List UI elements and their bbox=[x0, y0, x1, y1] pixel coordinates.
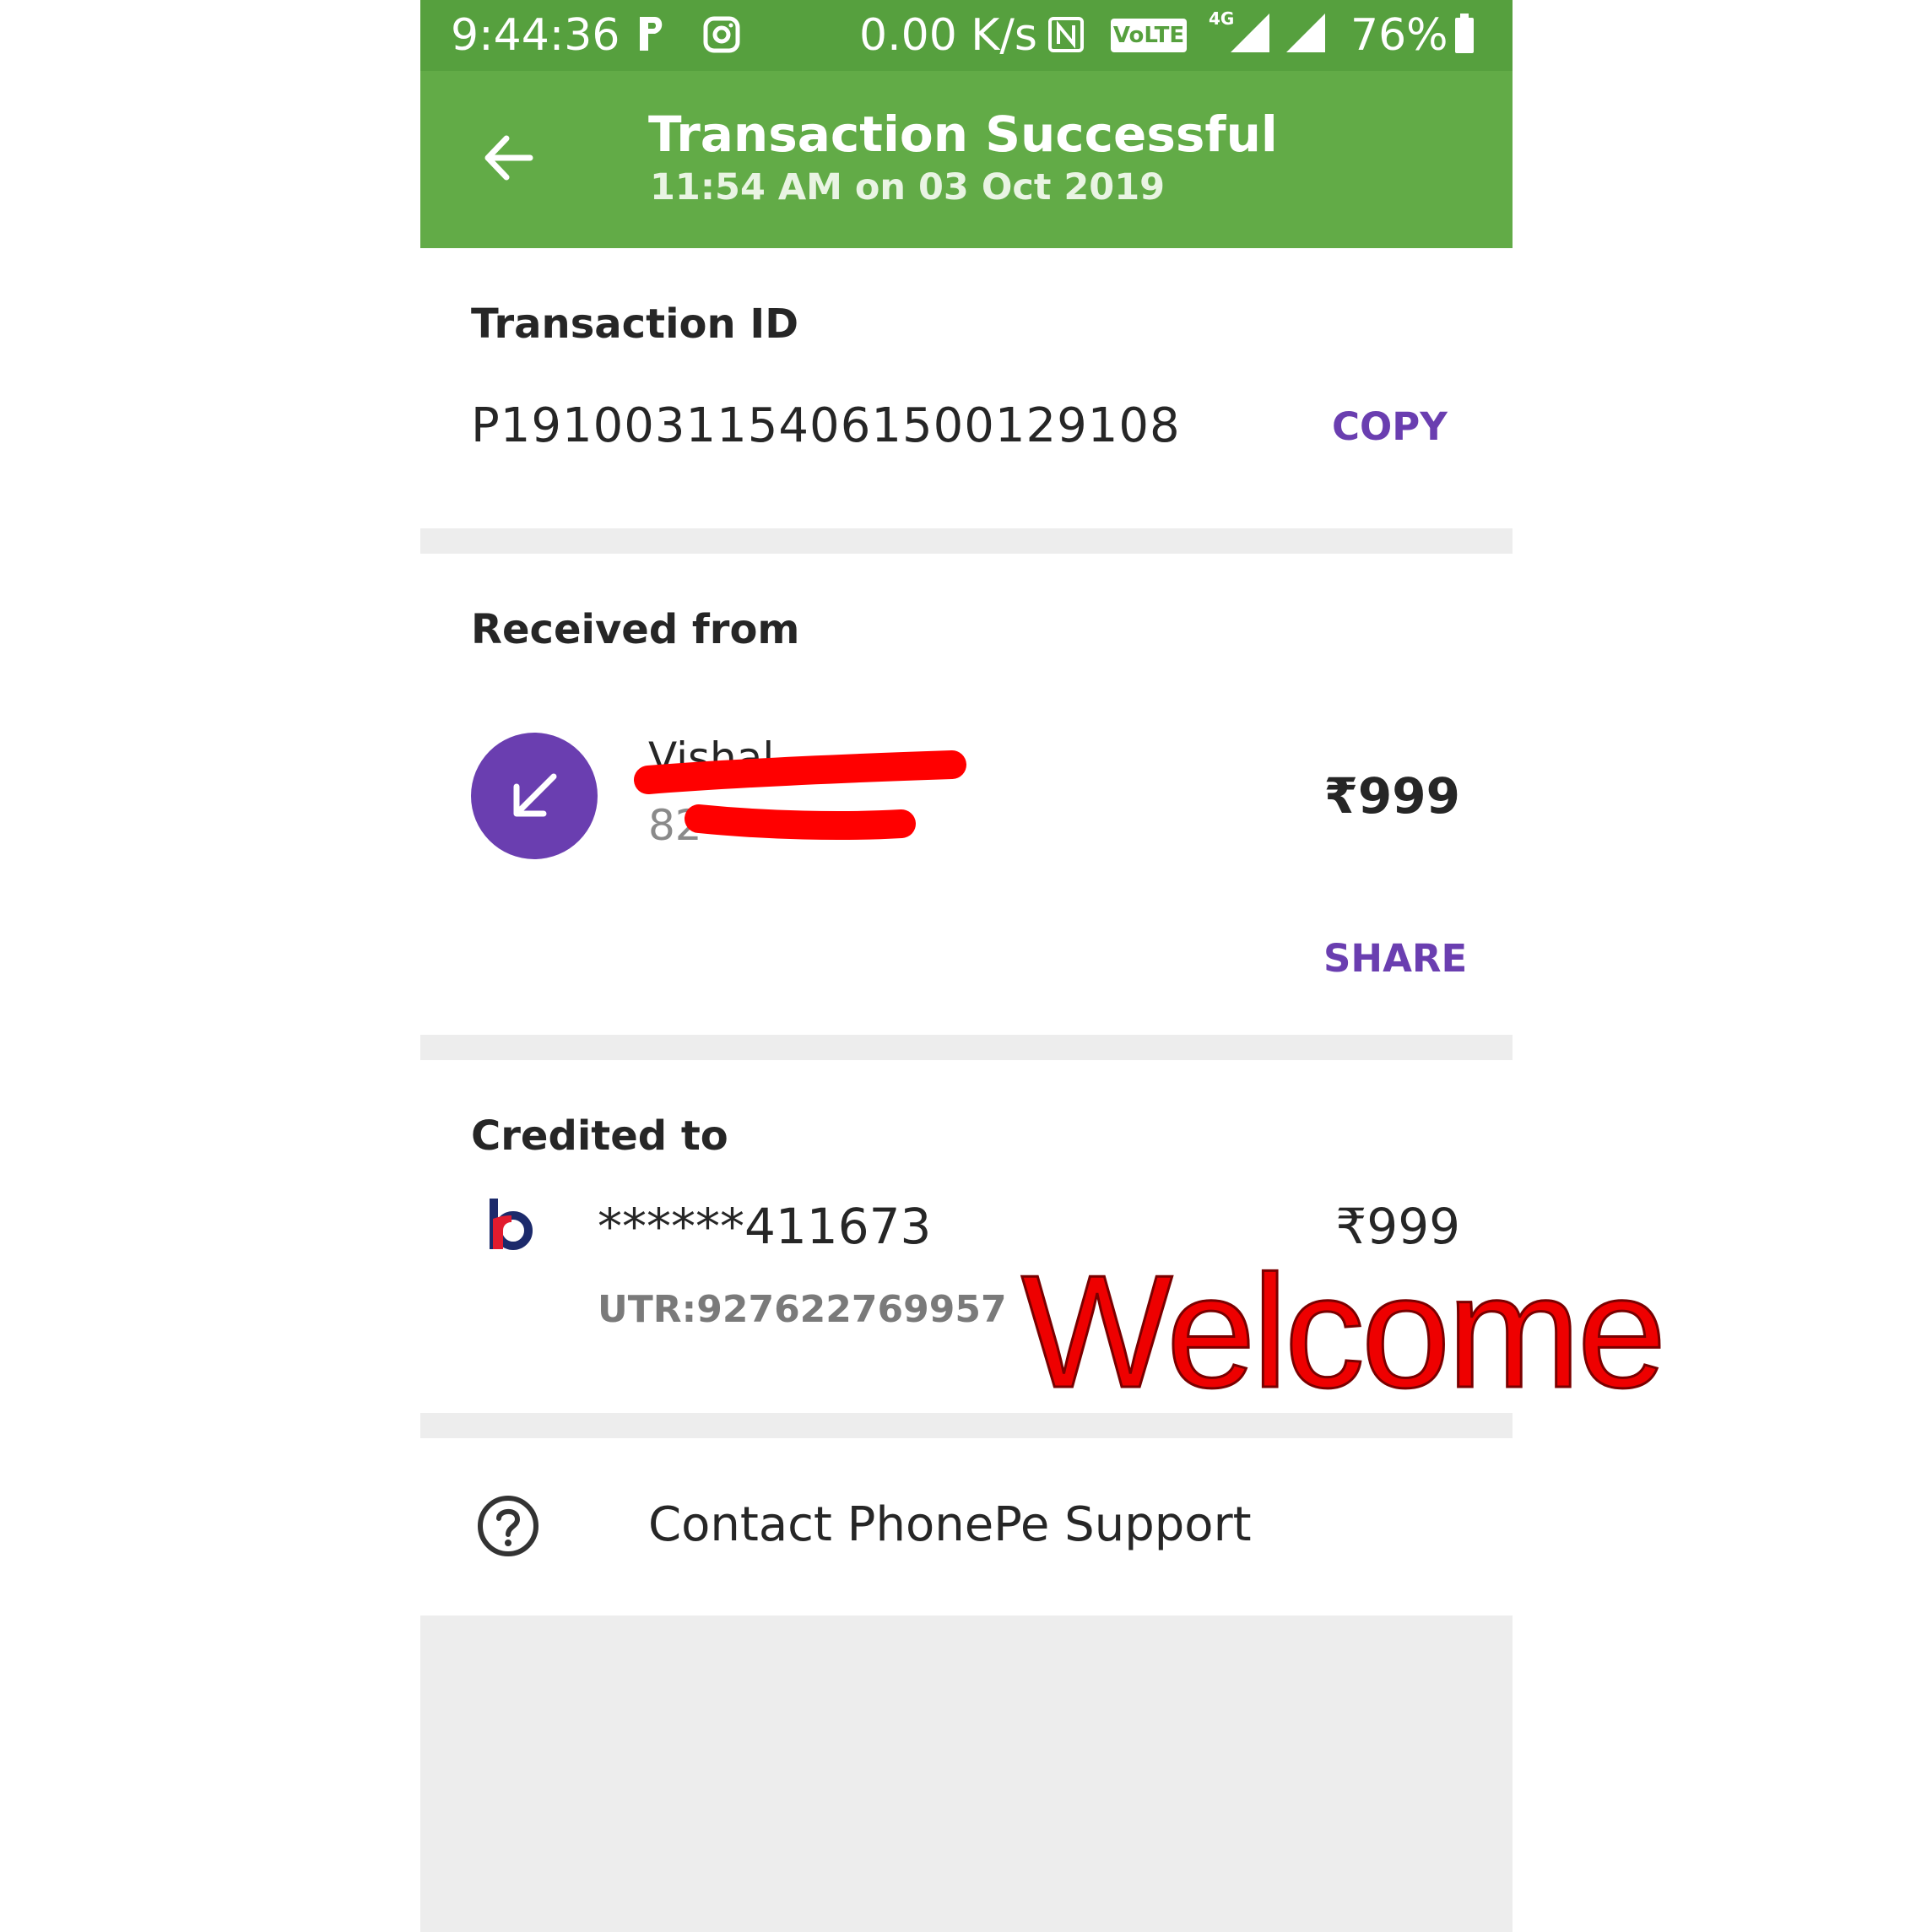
signal-icon bbox=[1231, 14, 1269, 52]
instagram-icon bbox=[703, 16, 740, 53]
phone-screen: 9:44:36 0.00 K/s VoLTE 4G 76% Transactio… bbox=[420, 0, 1513, 1932]
nfc-icon bbox=[1048, 17, 1084, 52]
avatar bbox=[471, 733, 598, 859]
account-number: ******411673 bbox=[598, 1198, 932, 1255]
status-bar: 9:44:36 0.00 K/s VoLTE 4G 76% bbox=[420, 0, 1513, 71]
page-title: Transaction Successful bbox=[648, 106, 1278, 163]
empty-area bbox=[420, 1615, 1513, 1932]
received-amount: ₹999 bbox=[1323, 767, 1460, 825]
help-circle-icon bbox=[478, 1496, 538, 1556]
network-speed: 0.00 K/s bbox=[859, 10, 1038, 61]
bank-logo-icon bbox=[490, 1199, 533, 1250]
battery-percent: 76% bbox=[1350, 10, 1448, 61]
battery-icon bbox=[1455, 14, 1474, 53]
status-time: 9:44:36 bbox=[451, 10, 620, 61]
signal-icon bbox=[1286, 14, 1325, 52]
parking-app-icon bbox=[640, 17, 663, 51]
credited-to-label: Credited to bbox=[471, 1112, 728, 1160]
transaction-id-value: P1910031154061500129108 bbox=[471, 398, 1181, 453]
volte-icon: VoLTE bbox=[1111, 19, 1187, 52]
utr-number: UTR:927622769957 bbox=[598, 1288, 1007, 1331]
contact-support-label: Contact PhonePe Support bbox=[648, 1497, 1252, 1552]
section-divider bbox=[420, 1035, 1513, 1060]
app-bar: Transaction Successful 11:54 AM on 03 Oc… bbox=[420, 71, 1513, 248]
copy-button[interactable]: COPY bbox=[1332, 402, 1448, 452]
redaction-scribble bbox=[634, 750, 966, 840]
arrow-left-icon[interactable] bbox=[479, 128, 538, 187]
arrow-down-left-icon bbox=[513, 773, 557, 817]
share-button[interactable]: SHARE bbox=[1323, 934, 1467, 984]
received-from-label: Received from bbox=[471, 606, 800, 653]
welcome-overlay-text: Welcome bbox=[1020, 1242, 1667, 1421]
contact-support-row[interactable]: Contact PhonePe Support bbox=[420, 1438, 1513, 1615]
transaction-id-label: Transaction ID bbox=[471, 300, 799, 348]
transaction-timestamp: 11:54 AM on 03 Oct 2019 bbox=[650, 166, 1166, 208]
section-divider bbox=[420, 528, 1513, 554]
